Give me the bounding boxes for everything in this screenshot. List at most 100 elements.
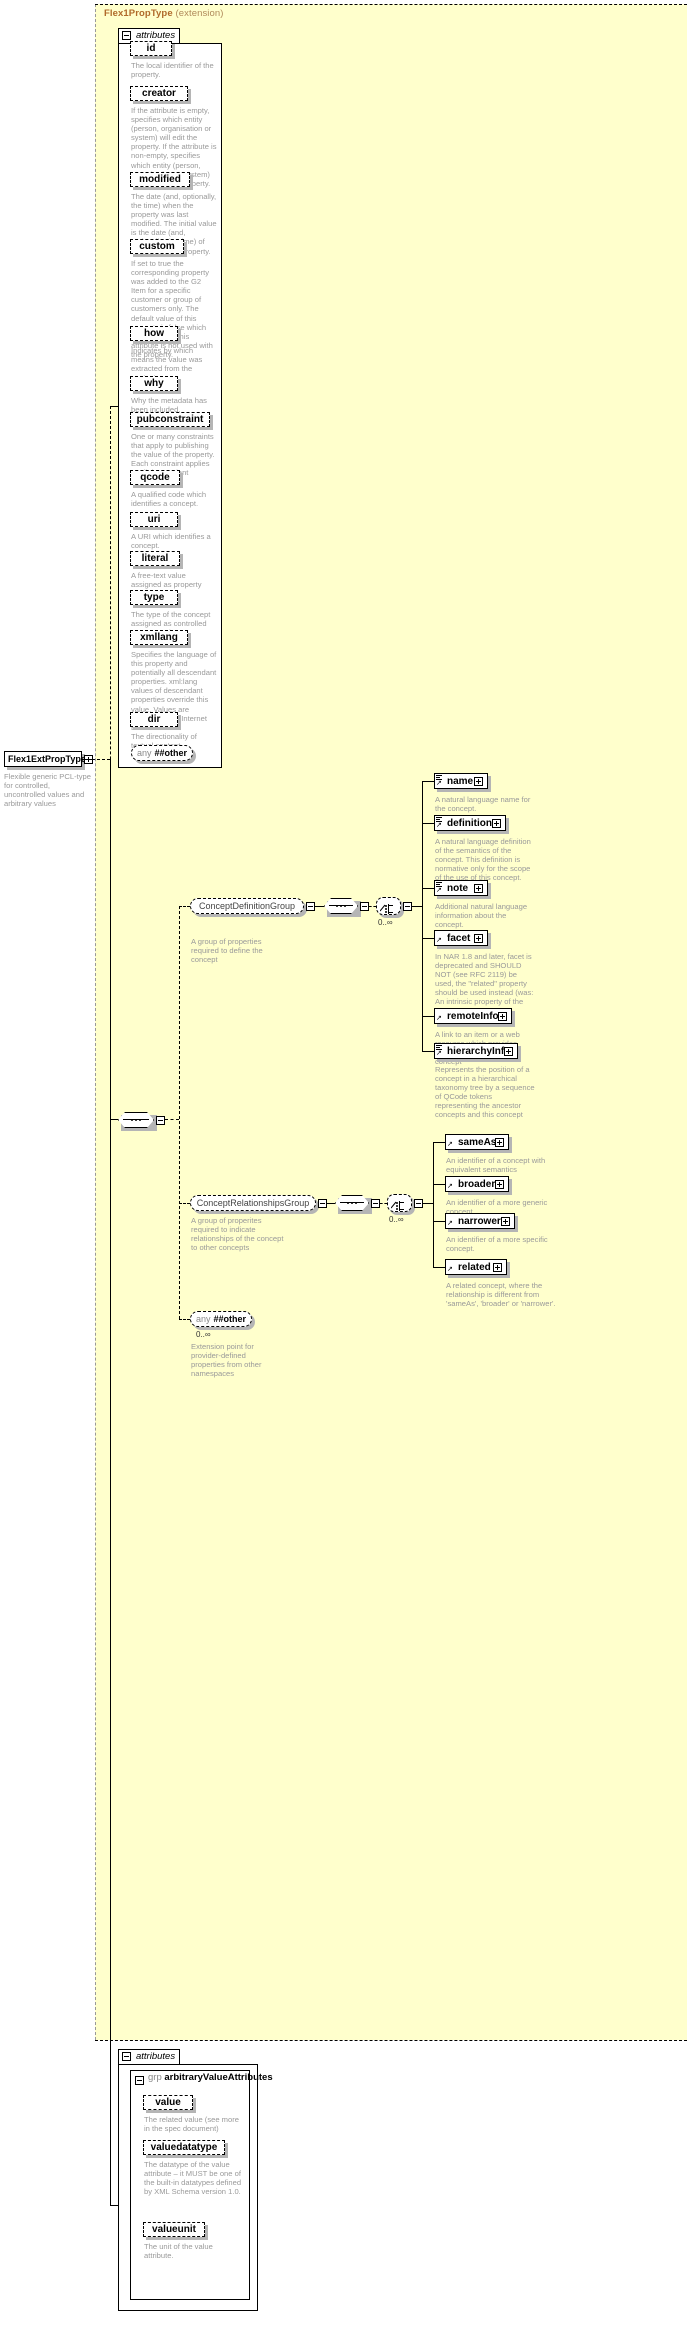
element-sameas-expand-icon[interactable] <box>495 1138 504 1147</box>
cdg-choice-collapse-icon[interactable] <box>403 902 412 911</box>
branch-to-relationships-group <box>179 1203 190 1204</box>
element-label: hierarchyInfo <box>447 1045 511 1057</box>
crg-branch-v <box>433 1142 434 1267</box>
element-name-expand-icon[interactable] <box>474 777 483 786</box>
element-arrow-icon: ↗ <box>436 1050 442 1057</box>
cdg-choice-node[interactable] <box>376 897 404 918</box>
cdg-sequence-node[interactable] <box>324 898 361 917</box>
choice-glyph <box>379 901 397 914</box>
crg-multiplicity: 0..∞ <box>389 1215 404 1224</box>
element-note-expand-icon[interactable] <box>474 884 483 893</box>
attribute-description: The datatype of the value attribute – it… <box>144 2160 242 2197</box>
concept-definition-group-collapse-icon[interactable] <box>306 902 315 911</box>
attribute-valueunit[interactable]: valueunit <box>143 2222 208 2240</box>
arbitrary-value-attributes-collapse-icon[interactable] <box>135 2076 144 2085</box>
cdg-stub-name <box>422 781 434 782</box>
concept-relationships-group-description: A group of properites required to indica… <box>191 1216 284 1253</box>
root-connector-bottom-h <box>110 2205 118 2206</box>
group-prefix: grp <box>148 2072 162 2083</box>
sequence-dots <box>335 1202 369 1204</box>
attribute-label: why <box>144 378 164 389</box>
attribute-literal[interactable]: literal <box>130 551 183 569</box>
concept-relationships-group-collapse-icon[interactable] <box>318 1199 327 1208</box>
any-label: any ##other <box>131 745 193 761</box>
attribute-label: custom <box>139 241 175 252</box>
root-type-box[interactable]: Flex1ExtPropType <box>4 751 86 770</box>
attribute-id[interactable]: id <box>130 41 175 59</box>
attribute-xmllang[interactable]: xmllang <box>130 630 191 648</box>
concept-relationships-group[interactable]: ConceptRelationshipsGroup <box>190 1195 319 1214</box>
cdg-branch-h <box>412 906 422 907</box>
any-other-attributes[interactable]: any ##other <box>131 745 196 764</box>
attribute-value[interactable]: value <box>143 2095 196 2113</box>
main-sequence-node[interactable] <box>118 1112 157 1131</box>
crg-branch-h <box>423 1203 433 1204</box>
element-label: name <box>447 775 474 787</box>
cdg-stub-remoteinfo <box>422 1016 434 1017</box>
element-label: facet <box>447 932 471 944</box>
attribute-description: The unit of the value attribute. <box>144 2242 213 2261</box>
element-label: broader <box>458 1178 496 1190</box>
attribute-label: pubconstraint <box>136 414 204 425</box>
attribute-uri[interactable]: uri <box>130 512 181 530</box>
attribute-how[interactable]: how <box>130 326 181 344</box>
attribute-description: If set to true the corresponding propert… <box>131 259 213 359</box>
attribute-label: dir <box>147 714 161 725</box>
attribute-label: valuedatatype <box>150 2142 218 2153</box>
crg-choice-collapse-icon[interactable] <box>414 1199 423 1208</box>
any-namespace: ##other <box>154 748 188 758</box>
element-arrow-icon: ↗ <box>447 1266 453 1273</box>
cdg-stub-facet <box>422 938 434 939</box>
element-arrow-icon: ↗ <box>447 1183 453 1190</box>
main-branch-v <box>179 906 180 1319</box>
element-narrower-expand-icon[interactable] <box>501 1217 510 1226</box>
element-definition-expand-icon[interactable] <box>492 819 501 828</box>
attribute-label: uri <box>147 514 161 525</box>
root-description: Flexible generic PCL-type for controlled… <box>4 772 91 809</box>
attribute-label: literal <box>141 553 169 564</box>
element-remoteinfo-expand-icon[interactable] <box>498 1012 507 1021</box>
cdg-branch-v <box>422 781 423 1051</box>
extension-panel-bottom-edge <box>95 2040 687 2041</box>
attribute-label: type <box>143 592 165 603</box>
attribute-label: value <box>155 2097 181 2108</box>
attribute-creator[interactable]: creator <box>130 86 191 104</box>
element-facet-expand-icon[interactable] <box>474 934 483 943</box>
attribute-modified[interactable]: modified <box>130 172 193 190</box>
attribute-label: xmllang <box>140 632 178 643</box>
main-sequence-collapse-icon[interactable] <box>156 1116 165 1125</box>
element-label: related <box>458 1261 491 1273</box>
crg-stub-related <box>433 1267 445 1268</box>
element-broader-expand-icon[interactable] <box>495 1180 504 1189</box>
crg-stub-sameas <box>433 1142 445 1143</box>
attribute-type[interactable]: type <box>130 590 181 608</box>
concept-definition-group[interactable]: ConceptDefinitionGroup <box>190 898 307 917</box>
attribute-custom[interactable]: custom <box>130 239 187 257</box>
attribute-label: modified <box>139 174 181 185</box>
attribute-valuedatatype[interactable]: valuedatatype <box>143 2140 228 2158</box>
element-related-expand-icon[interactable] <box>493 1263 502 1272</box>
crg-choice-node[interactable] <box>387 1194 415 1215</box>
attributes-collapse-icon-bottom[interactable] <box>122 2052 131 2061</box>
attribute-label: creator <box>142 88 176 99</box>
cdg-connector-2 <box>369 906 376 907</box>
group-label: ConceptDefinitionGroup <box>198 901 296 911</box>
cdg-sequence-collapse-icon[interactable] <box>360 902 369 911</box>
attribute-description: The related value (see more in the spec … <box>144 2115 239 2134</box>
branch-to-definition-group <box>179 906 190 907</box>
attribute-label: id <box>146 43 156 54</box>
attribute-label: qcode <box>140 472 170 483</box>
any-other-inner[interactable]: any ##other <box>190 1311 255 1330</box>
attributes-panel-connector <box>110 406 118 407</box>
attribute-dir[interactable]: dir <box>130 712 181 730</box>
element-hierarchyinfo-expand-icon[interactable] <box>504 1047 513 1056</box>
any-other-inner-description: Extension point for provider-defined pro… <box>191 1342 262 1379</box>
crg-sequence-node[interactable] <box>335 1195 372 1214</box>
element-description: An identifier of a concept with equivale… <box>446 1156 546 1175</box>
sequence-dots <box>118 1119 154 1121</box>
attribute-qcode[interactable]: qcode <box>130 470 183 488</box>
attribute-why[interactable]: why <box>130 376 181 394</box>
crg-sequence-collapse-icon[interactable] <box>371 1199 380 1208</box>
attributes-collapse-icon[interactable] <box>122 31 131 40</box>
attribute-pubconstraint[interactable]: pubconstraint <box>130 412 213 430</box>
